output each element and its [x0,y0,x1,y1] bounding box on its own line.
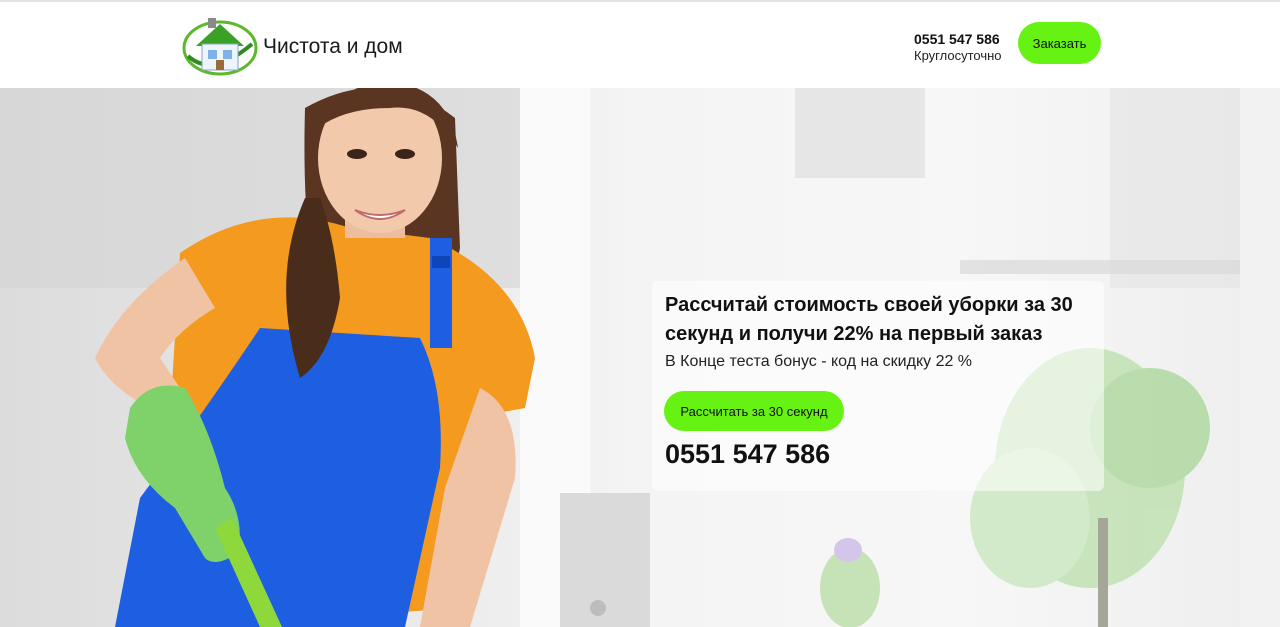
promo-phone[interactable]: 0551 547 586 [665,439,830,470]
header-contact: 0551 547 586 Круглосуточно [914,31,1002,64]
promo-subtitle: В Конце теста бонус - код на скидку 22 % [665,353,973,370]
promo-title: Рассчитай стоимость своей уборки за 30 с… [665,294,1073,345]
house-logo-icon[interactable] [182,16,260,78]
order-button[interactable]: Заказать [1018,22,1101,64]
calculate-button[interactable]: Рассчитать за 30 секунд [664,391,844,431]
hero-section: Рассчитай стоимость своей уборки за 30 с… [0,88,1280,627]
hours-label: Круглосуточно [914,48,1002,63]
header-phone[interactable]: 0551 547 586 [914,31,1002,47]
site-header: Чистота и дом 0551 547 586 Круглосуточно… [0,2,1280,88]
brand-name: Чистота и дом [263,35,403,58]
promo-card: Рассчитай стоимость своей уборки за 30 с… [652,281,1104,491]
